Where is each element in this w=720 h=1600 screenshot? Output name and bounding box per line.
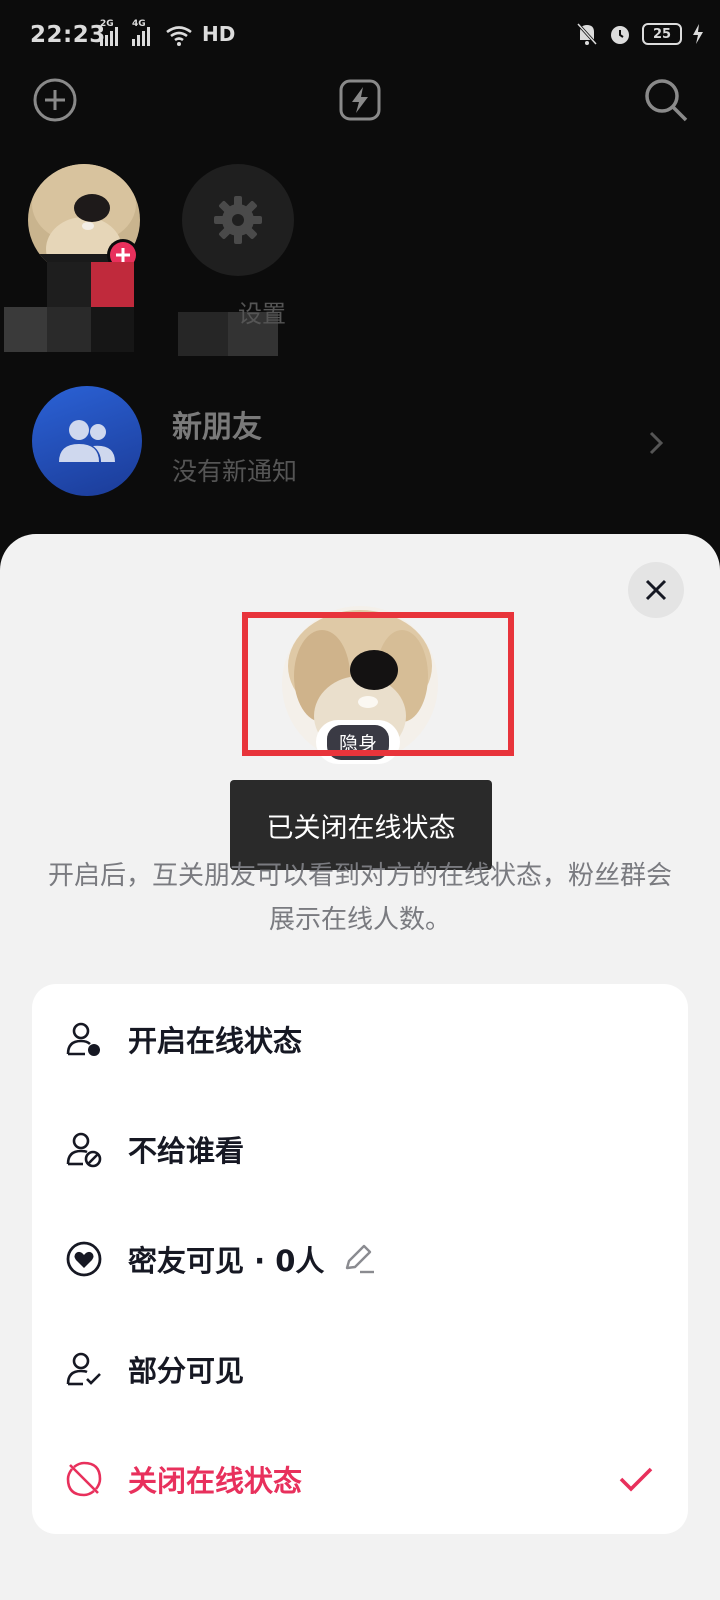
mosaic-blur <box>4 262 134 352</box>
highlight-box <box>242 612 514 756</box>
online-status-sheet: 隐身 在线状态 已关闭在线状态 开启后，互关朋友可以看到对方的在线状态，粉丝群会… <box>0 534 720 1600</box>
add-icon[interactable] <box>31 76 79 124</box>
settings-label: 设置 <box>238 300 286 328</box>
close-button[interactable] <box>628 562 684 618</box>
option-label: 密友可见 · 0人 <box>128 1244 325 1278</box>
gear-icon <box>214 196 262 244</box>
close-icon <box>645 579 667 601</box>
option-online[interactable]: 开启在线状态 <box>32 984 688 1094</box>
search-icon[interactable] <box>642 76 690 124</box>
mute-bell-icon <box>576 22 598 46</box>
alarm-icon <box>611 26 629 44</box>
network-indicators: 2G 4G HD <box>100 19 236 46</box>
option-label: 不给谁看 <box>128 1134 245 1168</box>
group-icon <box>59 420 115 462</box>
my-story[interactable] <box>4 164 140 352</box>
settings-circle <box>182 164 294 276</box>
hd-label: HD <box>202 22 236 46</box>
signal-icon: 4G <box>132 19 150 46</box>
user-block-icon <box>64 1129 104 1169</box>
status-right-icons: 25 <box>576 22 704 46</box>
edit-icon[interactable] <box>342 1242 376 1276</box>
battery-indicator: 25 <box>642 23 682 45</box>
option-label: 关闭在线状态 <box>128 1464 303 1498</box>
charging-icon <box>693 24 703 44</box>
option-partial[interactable]: 部分可见 <box>32 1314 688 1424</box>
settings-story[interactable]: 设置 <box>178 164 294 356</box>
signal-icon: 2G <box>100 19 118 46</box>
status-time: 22:23 <box>30 22 106 48</box>
heart-circle-icon <box>64 1239 104 1279</box>
network-type-label: 2G <box>100 19 114 29</box>
user-dot-icon <box>64 1019 104 1059</box>
status-bar: 22:23 2G 4G HD 25 <box>0 0 720 72</box>
network-type-label: 4G <box>132 19 146 29</box>
flash-icon[interactable] <box>336 76 384 124</box>
option-close-friends[interactable]: 密友可见 · 0人 <box>32 1204 688 1314</box>
option-offline[interactable]: 关闭在线状态 <box>32 1424 688 1534</box>
wifi-icon <box>166 26 192 46</box>
new-friends-avatar <box>32 386 142 496</box>
options-card: 开启在线状态 不给谁看 密友可见 · 0人 部分可见 关闭在线状态 <box>32 984 688 1534</box>
chevron-right-icon <box>649 431 664 455</box>
checkmark-icon <box>619 1467 653 1492</box>
offline-icon <box>64 1459 104 1499</box>
user-check-icon <box>64 1349 104 1389</box>
option-hide-from[interactable]: 不给谁看 <box>32 1094 688 1204</box>
new-friends-subtitle: 没有新通知 <box>172 457 298 486</box>
sheet-description: 开启后，互关朋友可以看到对方的在线状态，粉丝群会展示在线人数。 <box>47 861 672 935</box>
option-label: 部分可见 <box>128 1354 245 1388</box>
new-friends-title: 新朋友 <box>172 410 262 445</box>
battery-level: 25 <box>652 26 672 42</box>
option-label: 开启在线状态 <box>128 1024 303 1058</box>
